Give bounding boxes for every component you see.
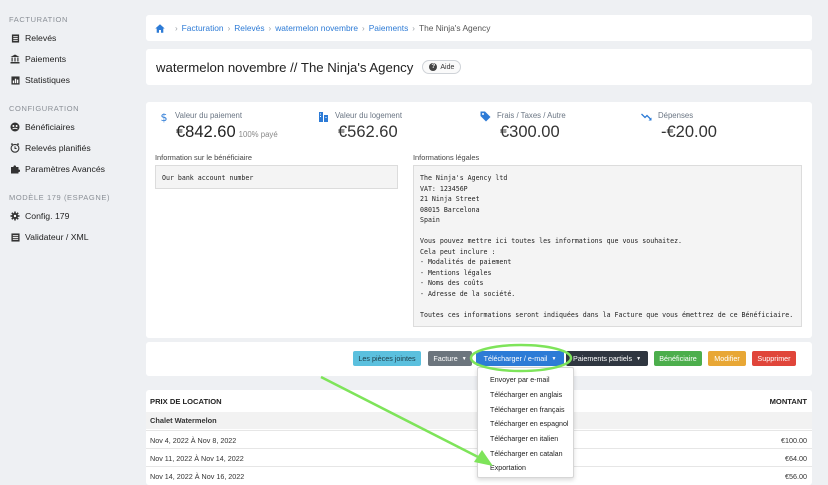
beneficiary-info-box: Our bank account number [155, 165, 398, 189]
download-email-button[interactable]: Télécharger / e-mail ▼ [476, 351, 564, 366]
sidebar-item-config-179[interactable]: Config. 179 [0, 209, 69, 223]
breadcrumb-separator: › [175, 23, 178, 33]
menu-item-download-french[interactable]: Télécharger en français [478, 402, 573, 417]
invoice-button[interactable]: Facture ▼ [428, 351, 472, 366]
beneficiary-info-label: Information sur le bénéficiaire [155, 153, 252, 162]
stat-value-text: €842.60 [176, 123, 236, 141]
page-header: watermelon novembre // The Ninja's Agenc… [146, 49, 812, 85]
list-icon [10, 33, 20, 43]
stat-value: €842.60 100% payé [176, 123, 278, 142]
question-icon: ? [429, 63, 438, 71]
legal-info-box: The Ninja's Agency ltd VAT: 123456P 21 N… [413, 165, 802, 327]
sidebar-section-modele-179: MODÈLE 179 (ESPAGNE) [9, 193, 111, 202]
invoice-label: Facture [433, 354, 458, 363]
help-label: Aide [440, 63, 455, 71]
sidebar-item-label: Validateur / XML [25, 232, 89, 242]
sidebar-item-validateur-xml[interactable]: Validateur / XML [0, 230, 89, 244]
sidebar-item-paiements[interactable]: Paiements [0, 52, 66, 66]
delete-label: Supprimer [757, 354, 791, 363]
menu-item-export[interactable]: Exportation [478, 461, 573, 476]
beneficiary-button[interactable]: Bénéficiaire [654, 351, 702, 366]
stat-label: Valeur du paiement [175, 111, 243, 120]
breadcrumb-link-facturation[interactable]: Facturation [182, 23, 224, 33]
help-button[interactable]: ? Aide [422, 60, 462, 74]
breadcrumb-link-releves[interactable]: Relevés [234, 23, 264, 33]
download-label: Télécharger / e-mail [483, 354, 548, 363]
row-amount: €100.00 [781, 436, 807, 445]
menu-item-download-spanish[interactable]: Télécharger en espagnol [478, 417, 573, 432]
caret-down-icon: ▼ [551, 355, 557, 362]
users-icon [10, 122, 20, 132]
stat-value: €562.60 [338, 123, 398, 141]
column-header-rental-price: PRIX DE LOCATION [150, 397, 222, 406]
sidebar-item-label: Statistiques [25, 75, 70, 85]
stat-value: -€20.00 [661, 123, 717, 141]
menu-item-download-english[interactable]: Télécharger en anglais [478, 388, 573, 403]
breadcrumb-separator: › [412, 23, 415, 33]
breadcrumb: › Facturation › Relevés › watermelon nov… [146, 15, 812, 41]
breadcrumb-link-statement[interactable]: watermelon novembre [275, 23, 358, 33]
caret-down-icon: ▼ [461, 355, 467, 362]
clock-icon [10, 143, 20, 153]
stat-paid-percent: 100% payé [238, 130, 278, 139]
sidebar-item-label: Config. 179 [25, 211, 70, 221]
bank-icon [10, 54, 20, 64]
sidebar: FACTURATION Relevés Paiements Statistiqu… [0, 0, 140, 485]
puzzle-icon [10, 164, 20, 174]
breadcrumb-link-paiements[interactable]: Paiements [369, 23, 409, 33]
sidebar-item-label: Relevés planifiés [25, 143, 91, 153]
delete-button[interactable]: Supprimer [752, 351, 796, 366]
home-icon[interactable] [155, 23, 165, 33]
building-icon [318, 111, 329, 122]
legal-info-label: Informations légales [413, 153, 480, 162]
sidebar-item-label: Bénéficiaires [25, 122, 75, 132]
menu-item-download-italian[interactable]: Télécharger en italien [478, 432, 573, 447]
row-amount: €56.00 [785, 472, 807, 481]
sidebar-item-label: Paramètres Avancés [25, 164, 105, 174]
dollar-icon: $ [158, 111, 169, 123]
sidebar-item-label: Paiements [25, 54, 67, 64]
caret-down-icon: ▼ [636, 355, 642, 362]
sidebar-item-releves[interactable]: Relevés [0, 31, 56, 45]
partial-label: Paiements partiels [572, 354, 633, 363]
breadcrumb-separator: › [362, 23, 365, 33]
breadcrumb-separator: › [227, 23, 231, 33]
download-dropdown-menu: Envoyer par e-mail Télécharger en anglai… [477, 367, 574, 478]
breadcrumb-separator: › [268, 23, 272, 33]
attachments-label: Les pièces jointes [358, 354, 416, 363]
sidebar-section-facturation: FACTURATION [9, 15, 68, 24]
menu-item-download-catalan[interactable]: Télécharger en catalan [478, 446, 573, 461]
sidebar-item-statistiques[interactable]: Statistiques [0, 73, 70, 87]
stat-label: Dépenses [658, 111, 694, 120]
stat-label: Frais / Taxes / Autre [497, 111, 566, 120]
row-amount: €64.00 [785, 454, 807, 463]
stat-label: Valeur du logement [335, 111, 403, 120]
group-label: Chalet Watermelon [150, 416, 217, 425]
chart-icon [10, 75, 20, 85]
column-header-amount: MONTANT [769, 397, 807, 406]
list-icon [10, 232, 20, 242]
stat-value: €300.00 [500, 123, 560, 141]
sidebar-item-label: Relevés [25, 33, 57, 43]
edit-button[interactable]: Modifier [708, 351, 746, 366]
sidebar-item-beneficiaires[interactable]: Bénéficiaires [0, 120, 75, 134]
menu-item-send-email[interactable]: Envoyer par e-mail [478, 373, 573, 388]
row-dates: Nov 14, 2022 À Nov 16, 2022 [150, 472, 245, 481]
gear-icon [10, 211, 20, 221]
breadcrumb-current: The Ninja's Agency [418, 23, 491, 33]
page-title: watermelon novembre // The Ninja's Agenc… [156, 59, 414, 75]
edit-label: Modifier [714, 354, 740, 363]
sidebar-item-parametres-avances[interactable]: Paramètres Avancés [0, 162, 105, 176]
sidebar-section-configuration: CONFIGURATION [9, 104, 80, 113]
row-dates: Nov 11, 2022 À Nov 14, 2022 [150, 454, 244, 463]
svg-text:$: $ [160, 111, 167, 123]
tag-icon [480, 111, 491, 122]
payment-details-card: $ Valeur du paiement €842.60 100% payé Va… [146, 102, 812, 338]
trend-down-icon [641, 111, 652, 122]
partial-payments-button[interactable]: Paiements partiels ▼ [566, 351, 648, 366]
row-dates: Nov 4, 2022 À Nov 8, 2022 [150, 436, 237, 445]
beneficiary-btn-label: Bénéficiaire [659, 354, 697, 363]
attachments-button[interactable]: Les pièces jointes [353, 351, 421, 366]
sidebar-item-releves-planifies[interactable]: Relevés planifiés [0, 141, 91, 155]
